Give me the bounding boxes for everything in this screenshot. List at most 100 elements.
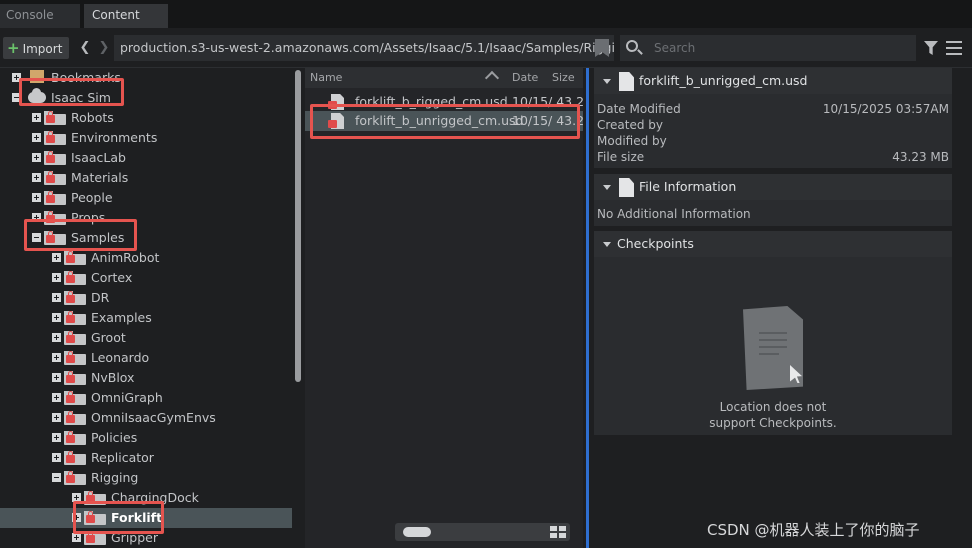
column-size[interactable]: Size: [552, 71, 575, 84]
collapse-triangle-icon[interactable]: [603, 79, 611, 84]
plus-icon: +: [7, 39, 20, 57]
file-size-label: File size: [597, 150, 645, 164]
file-list-scrollbar-thumb[interactable]: [403, 527, 431, 537]
expand-plus-icon[interactable]: [52, 293, 61, 302]
tree-scrollbar-thumb[interactable]: [295, 70, 301, 382]
search-icon: [626, 40, 638, 52]
tree-item-label: IsaacLab: [71, 150, 126, 165]
tree-item-animrobot[interactable]: AnimRobot: [0, 248, 292, 268]
locked-folder-icon: [64, 351, 86, 365]
tab-content[interactable]: Content: [84, 4, 168, 28]
tree-item-groot[interactable]: Groot: [0, 328, 292, 348]
expand-plus-icon[interactable]: [52, 313, 61, 322]
tab-console[interactable]: Console: [0, 4, 80, 28]
locked-folder-icon: [44, 111, 66, 125]
file-info-text: No Additional Information: [597, 207, 751, 221]
tree-item-label: Groot: [91, 330, 126, 345]
expand-plus-icon[interactable]: [32, 133, 41, 142]
tree-item-robots[interactable]: Robots: [0, 108, 292, 128]
highlight-box-samples: [24, 219, 137, 251]
toolbar: + Import ❮ ❯ production.s3-us-west-2.amaz…: [0, 28, 972, 68]
tree-item-dr[interactable]: DR: [0, 288, 292, 308]
collapse-triangle-icon[interactable]: [603, 242, 611, 247]
search-input[interactable]: Search: [620, 35, 916, 61]
locked-folder-icon: [44, 191, 66, 205]
tree-item-isaaclab[interactable]: IsaacLab: [0, 148, 292, 168]
locked-folder-icon: [64, 291, 86, 305]
expand-plus-icon[interactable]: [32, 153, 41, 162]
tree-item-replicator[interactable]: Replicator: [0, 448, 292, 468]
file-list-scrollbar[interactable]: [395, 523, 570, 541]
column-name[interactable]: Name: [310, 71, 342, 84]
tree-item-examples[interactable]: Examples: [0, 308, 292, 328]
tree-item-environments[interactable]: Environments: [0, 128, 292, 148]
tree-item-label: People: [71, 190, 113, 205]
expand-plus-icon[interactable]: [52, 273, 61, 282]
watermark-text: CSDN @机器人装上了你的脑子: [707, 521, 920, 539]
checkpoints-header[interactable]: Checkpoints: [594, 231, 952, 257]
tree-item-label: OmniGraph: [91, 390, 163, 405]
path-text: production.s3-us-west-2.amazonaws.com/As…: [120, 40, 614, 55]
locked-folder-icon: [44, 131, 66, 145]
file-summary-header[interactable]: forklift_b_unrigged_cm.usd: [594, 68, 952, 94]
expand-plus-icon[interactable]: [52, 433, 61, 442]
folder-tree: Bookmarks Isaac Sim Robots Environments Isaa…: [0, 68, 302, 548]
locked-folder-icon: [64, 271, 86, 285]
expand-plus-icon[interactable]: [52, 373, 61, 382]
hamburger-menu-icon[interactable]: [946, 41, 962, 55]
expand-plus-icon[interactable]: [32, 173, 41, 182]
back-arrow-icon[interactable]: ❮: [78, 38, 92, 58]
checkpoints-message-line1: Location does not: [719, 400, 827, 414]
checkpoints-section: Checkpoints Location does not support Ch…: [594, 231, 952, 435]
document-icon: [619, 178, 634, 197]
expand-plus-icon[interactable]: [32, 193, 41, 202]
tree-item-label: Cortex: [91, 270, 133, 285]
file-size-value: 43.23 MB: [892, 150, 949, 164]
tree-item-omniisaacgymenvs[interactable]: OmniIsaacGymEnvs: [0, 408, 292, 428]
tree-item-nvblox[interactable]: NvBlox: [0, 368, 292, 388]
tree-item-label: AnimRobot: [91, 250, 160, 265]
tree-item-omnigraph[interactable]: OmniGraph: [0, 388, 292, 408]
created-by-label: Created by: [597, 118, 664, 132]
expand-plus-icon[interactable]: [32, 113, 41, 122]
path-field[interactable]: production.s3-us-west-2.amazonaws.com/As…: [114, 35, 614, 61]
locked-folder-icon: [64, 451, 86, 465]
sort-ascending-icon[interactable]: [484, 70, 500, 86]
tree-item-rigging[interactable]: Rigging: [0, 468, 292, 488]
tree-item-label: NvBlox: [91, 370, 135, 385]
grid-view-icon[interactable]: [550, 526, 566, 538]
tree-item-materials[interactable]: Materials: [0, 168, 292, 188]
highlight-box-forklift: [73, 501, 164, 534]
locked-folder-icon: [44, 171, 66, 185]
expand-plus-icon[interactable]: [52, 353, 61, 362]
expand-plus-icon[interactable]: [52, 453, 61, 462]
expand-plus-icon[interactable]: [52, 413, 61, 422]
column-date[interactable]: Date: [512, 71, 538, 84]
details-file-title: forklift_b_unrigged_cm.usd: [639, 73, 808, 88]
collapse-minus-icon[interactable]: [52, 473, 61, 482]
expand-plus-icon[interactable]: [52, 393, 61, 402]
expand-plus-icon[interactable]: [52, 333, 61, 342]
tree-item-label: Leonardo: [91, 350, 150, 365]
tree-item-label: Policies: [91, 430, 138, 445]
document-icon: [619, 72, 634, 91]
expand-plus-icon[interactable]: [52, 253, 61, 262]
details-panel: forklift_b_unrigged_cm.usd Date Modified…: [589, 68, 972, 548]
tree-item-cortex[interactable]: Cortex: [0, 268, 292, 288]
tree-item-leonardo[interactable]: Leonardo: [0, 348, 292, 368]
locked-folder-icon: [64, 311, 86, 325]
expand-plus-icon[interactable]: [72, 533, 81, 542]
locked-folder-icon: [64, 411, 86, 425]
tree-item-policies[interactable]: Policies: [0, 428, 292, 448]
collapse-triangle-icon[interactable]: [603, 185, 611, 190]
date-modified-label: Date Modified: [597, 102, 681, 116]
file-info-header[interactable]: File Information: [594, 174, 952, 200]
date-modified-value: 10/15/2025 03:57AM: [822, 102, 949, 116]
filter-icon[interactable]: [924, 41, 938, 55]
import-button[interactable]: + Import: [3, 37, 69, 59]
file-info-section: File Information No Additional Informati…: [594, 174, 952, 226]
locked-folder-icon: [64, 371, 86, 385]
tree-item-people[interactable]: People: [0, 188, 292, 208]
tree-item-label: Replicator: [91, 450, 154, 465]
forward-arrow-icon[interactable]: ❯: [97, 38, 111, 58]
